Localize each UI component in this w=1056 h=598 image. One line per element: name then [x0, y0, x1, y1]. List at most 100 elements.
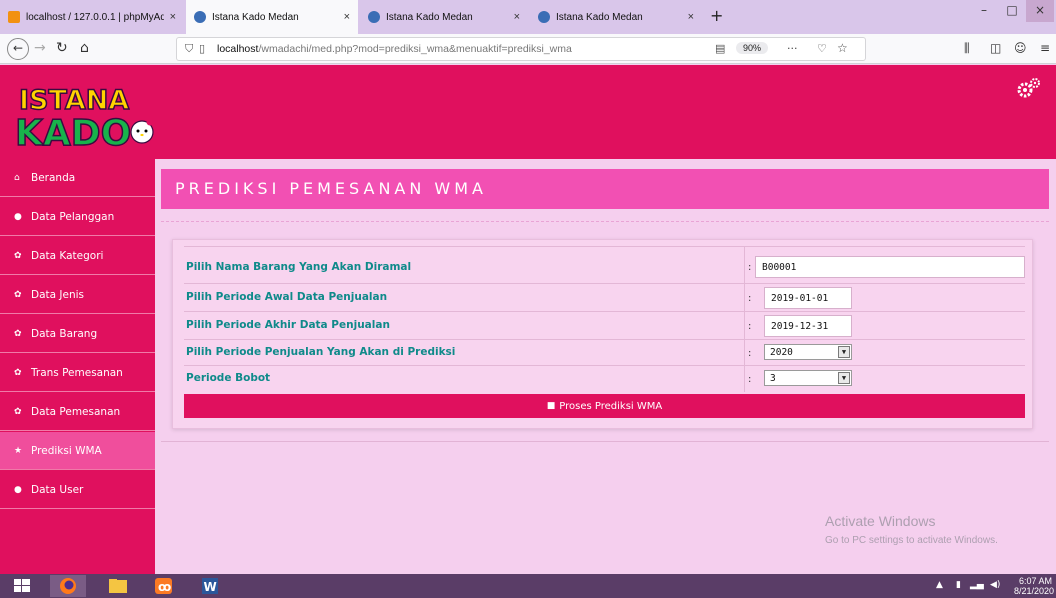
awal-label: Pilih Periode Awal Data Penjualan — [186, 291, 388, 303]
star-icon: ★ — [14, 445, 23, 456]
bobot-selected-value: 3 — [770, 372, 776, 384]
sidebar-item-data-pelanggan[interactable]: ● Data Pelanggan — [0, 198, 155, 236]
settings-gear-icon[interactable] — [1016, 77, 1042, 99]
clock-time: 6:07 AM — [1018, 576, 1052, 586]
more-actions-icon[interactable]: ··· — [787, 42, 798, 55]
close-tab-icon[interactable]: × — [344, 11, 350, 23]
cogs-icon: ✿ — [14, 406, 22, 417]
prediksi-select[interactable]: 2020 ▼ — [764, 344, 852, 360]
proses-prediksi-button[interactable]: ■ Proses Prediksi WMA — [184, 394, 1025, 418]
file-explorer-icon[interactable] — [100, 575, 136, 597]
form-row-awal: Pilih Periode Awal Data Penjualan : 2019… — [184, 284, 1025, 312]
xampp-icon[interactable]: ꝏ — [146, 575, 182, 597]
site-header: ISTANA KADO — [0, 65, 1056, 159]
browser-tab-bar: localhost / 127.0.0.1 | phpMyAd × Istana… — [0, 0, 1056, 34]
word-icon[interactable]: W — [192, 575, 228, 597]
user-icon: ● — [14, 484, 22, 495]
sidebar-item-label: Data Barang — [31, 327, 98, 340]
cogs-icon: ✿ — [14, 250, 22, 261]
url-text[interactable]: localhost/wmadachi/med.php?mod=prediksi_… — [217, 43, 572, 55]
sidebar-item-label: Data Pelanggan — [31, 210, 115, 223]
tab-title: localhost / 127.0.0.1 | phpMyAd — [26, 11, 164, 23]
system-clock[interactable]: 6:07 AM 8/21/2020 — [1014, 576, 1054, 596]
sidebar-item-label: Trans Pemesanan — [31, 366, 123, 379]
minimize-button[interactable]: – — [970, 0, 998, 22]
reload-icon[interactable]: ↻ — [56, 40, 68, 56]
forward-icon[interactable]: → — [34, 40, 46, 56]
tab-istana-active[interactable]: Istana Kado Medan × — [186, 0, 358, 34]
back-icon[interactable]: ← — [7, 38, 29, 60]
url-bar[interactable]: ⛉ ▯ localhost/wmadachi/med.php?mod=predi… — [176, 37, 866, 61]
sidebar: ⌂ Beranda ● Data Pelanggan ✿ Data Katego… — [0, 159, 155, 574]
akhir-date-input[interactable]: 2019-12-31 — [764, 315, 852, 337]
close-tab-icon[interactable]: × — [514, 11, 520, 23]
site-favicon-icon — [538, 11, 550, 23]
sidebar-item-label: Data Kategori — [31, 249, 104, 262]
svg-text:KADO: KADO — [15, 113, 131, 149]
sidebar-item-data-user[interactable]: ● Data User — [0, 471, 155, 509]
bobot-label: Periode Bobot — [186, 372, 271, 384]
bobot-select[interactable]: 3 ▼ — [764, 370, 852, 386]
maximize-button[interactable]: □ — [998, 0, 1026, 22]
home-icon[interactable]: ⌂ — [80, 40, 89, 56]
volume-icon[interactable]: ◀) — [990, 580, 1000, 590]
chevron-down-icon: ▼ — [838, 346, 850, 358]
tab-phpmyadmin[interactable]: localhost / 127.0.0.1 | phpMyAd × — [0, 0, 184, 34]
sidebar-item-trans-pemesanan[interactable]: ✿ Trans Pemesanan — [0, 354, 155, 392]
sidebar-item-data-barang[interactable]: ✿ Data Barang — [0, 315, 155, 353]
phpmyadmin-favicon-icon — [8, 11, 20, 23]
column-divider — [744, 340, 745, 365]
shield-icon[interactable]: ⛉ — [185, 42, 193, 56]
menu-icon[interactable]: ≡ — [1040, 40, 1050, 56]
colon: : — [748, 262, 752, 273]
show-hidden-icons[interactable]: ▲ — [936, 580, 943, 590]
home-icon: ⌂ — [14, 172, 20, 183]
svg-text:ISTANA: ISTANA — [19, 85, 129, 116]
new-tab-button[interactable]: + — [710, 6, 723, 25]
svg-text:W: W — [204, 580, 217, 594]
tab-title: Istana Kado Medan — [556, 11, 643, 23]
activate-windows-subtitle: Go to PC settings to activate Windows. — [825, 535, 998, 546]
book-icon: ■ — [546, 401, 556, 411]
form-row-akhir: Pilih Periode Akhir Data Penjualan : 201… — [184, 312, 1025, 340]
akhir-label: Pilih Periode Akhir Data Penjualan — [186, 319, 390, 331]
page-title-bar: PREDIKSI PEMESANAN WMA — [161, 169, 1049, 209]
reader-view-icon[interactable]: ▤ — [715, 42, 725, 55]
sidebar-toggle-icon[interactable]: ◫ — [990, 40, 1001, 56]
sidebar-item-prediksi-wma[interactable]: ★ Prediksi WMA — [0, 432, 155, 470]
windows-start-icon[interactable] — [4, 575, 40, 597]
pocket-icon[interactable]: ♡ — [817, 42, 827, 55]
sidebar-item-beranda[interactable]: ⌂ Beranda — [0, 159, 155, 197]
close-window-button[interactable]: × — [1026, 0, 1054, 22]
firefox-taskbar-icon[interactable] — [50, 575, 86, 597]
network-icon[interactable]: ▂▄ — [970, 580, 984, 590]
column-divider — [744, 284, 745, 311]
column-divider — [744, 366, 745, 392]
close-tab-icon[interactable]: × — [170, 11, 176, 23]
colon: : — [748, 293, 752, 304]
library-icon[interactable]: ⫼ — [964, 40, 970, 56]
barang-label: Pilih Nama Barang Yang Akan Diramal — [186, 261, 412, 273]
page-icon: ▯ — [199, 42, 206, 55]
sidebar-item-label: Prediksi WMA — [31, 444, 102, 457]
tab-istana-2[interactable]: Istana Kado Medan × — [360, 0, 528, 34]
browser-toolbar: ← → ↻ ⌂ ⛉ ▯ localhost/wmadachi/med.php?m… — [0, 34, 1056, 64]
awal-date-input[interactable]: 2019-01-01 — [764, 287, 852, 309]
sidebar-item-data-kategori[interactable]: ✿ Data Kategori — [0, 237, 155, 275]
bookmark-star-icon[interactable]: ☆ — [837, 41, 848, 55]
battery-icon[interactable]: ▮ — [956, 580, 961, 590]
barang-input[interactable]: B00001 — [755, 256, 1025, 278]
sidebar-item-data-pemesanan[interactable]: ✿ Data Pemesanan — [0, 393, 155, 431]
colon: : — [748, 348, 752, 359]
close-tab-icon[interactable]: × — [688, 11, 694, 23]
sidebar-item-label: Data Pemesanan — [31, 405, 121, 418]
sidebar-item-label: Beranda — [31, 171, 76, 184]
tab-istana-3[interactable]: Istana Kado Medan × — [530, 0, 702, 34]
sidebar-item-data-jenis[interactable]: ✿ Data Jenis — [0, 276, 155, 314]
site-favicon-icon — [194, 11, 206, 23]
user-icon: ● — [14, 211, 22, 222]
tab-title: Istana Kado Medan — [212, 11, 299, 23]
form-row-bobot: Periode Bobot : 3 ▼ — [184, 366, 1025, 392]
account-icon[interactable]: ☺ — [1014, 40, 1027, 56]
zoom-level[interactable]: 90% — [736, 42, 769, 54]
